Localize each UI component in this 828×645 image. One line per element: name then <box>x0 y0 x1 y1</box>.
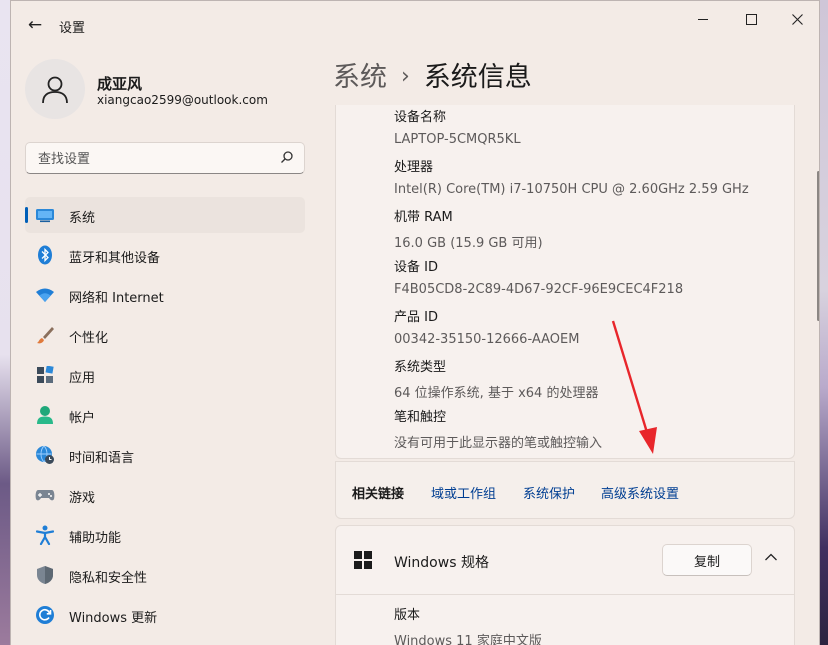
monitor-icon <box>35 205 55 225</box>
brush-icon <box>35 325 55 345</box>
system-protection-link[interactable]: 系统保护 <box>523 483 575 502</box>
sidebar-item-privacy[interactable]: 隐私和安全性 <box>25 557 305 593</box>
sidebar-item-gaming[interactable]: 游戏 <box>25 477 305 513</box>
sidebar-item-label: 游戏 <box>69 491 96 506</box>
sidebar-item-label: 系统 <box>69 211 96 226</box>
arrow-left-icon: ← <box>27 15 43 35</box>
domain-workgroup-link[interactable]: 域或工作组 <box>431 483 496 502</box>
search-box[interactable] <box>25 142 305 174</box>
active-indicator <box>25 207 28 223</box>
maximize-button[interactable] <box>728 5 774 33</box>
spec-value-device-name: LAPTOP-5CMQR5KL <box>394 132 521 147</box>
version-label: 版本 <box>394 608 421 623</box>
user-email: xiangcao2599@outlook.com <box>97 93 268 107</box>
wifi-icon <box>35 285 55 305</box>
sidebar-item-label: 蓝牙和其他设备 <box>69 251 161 266</box>
minimize-button[interactable] <box>680 5 726 33</box>
shield-icon <box>35 565 55 585</box>
sidebar-item-accounts[interactable]: 帐户 <box>25 397 305 433</box>
person-icon <box>35 405 55 425</box>
gamepad-icon <box>35 485 55 505</box>
search-icon[interactable] <box>280 150 294 164</box>
spec-value-device-id: F4B05CD8-2C89-4D67-92CF-96E9CEC4F218 <box>394 282 684 297</box>
bluetooth-icon <box>35 245 55 265</box>
avatar[interactable] <box>25 59 85 119</box>
spec-label-ram: 机带 RAM <box>394 210 453 225</box>
device-specs-card: 设备名称 LAPTOP-5CMQR5KL 处理器 Intel(R) Core(T… <box>335 105 795 459</box>
close-button[interactable] <box>774 5 819 33</box>
page-title: 系统信息 <box>423 62 532 93</box>
version-value: Windows 11 家庭中文版 <box>394 634 542 645</box>
settings-window: ← 设置 成亚风 xiangcao2599@outlook.com 系统 <box>10 0 820 645</box>
windows-spec-header[interactable]: Windows 规格 复制 <box>336 526 794 595</box>
spec-label-pen-touch: 笔和触控 <box>394 410 447 425</box>
minimize-icon <box>698 18 708 20</box>
content-scroll-area[interactable]: 设备名称 LAPTOP-5CMQR5KL 处理器 Intel(R) Core(T… <box>335 105 797 645</box>
sidebar-item-time-language[interactable]: 时间和语言 <box>25 437 305 473</box>
sidebar-item-apps[interactable]: 应用 <box>25 357 305 393</box>
sidebar-item-windows-update[interactable]: Windows 更新 <box>25 597 305 633</box>
sidebar-item-label: 隐私和安全性 <box>69 571 148 586</box>
spec-value-pen-touch: 没有可用于此显示器的笔或触控输入 <box>394 436 603 451</box>
sidebar-item-network[interactable]: 网络和 Internet <box>25 277 305 313</box>
sidebar-item-bluetooth[interactable]: 蓝牙和其他设备 <box>25 237 305 273</box>
related-links-title: 相关链接 <box>352 487 405 502</box>
chevron-right-icon: › <box>401 64 410 89</box>
globe-clock-icon <box>35 445 55 465</box>
search-input[interactable] <box>36 149 270 169</box>
sidebar-item-system[interactable]: 系统 <box>25 197 305 233</box>
copy-button[interactable]: 复制 <box>662 544 752 576</box>
spec-label-device-name: 设备名称 <box>394 110 447 125</box>
sidebar-item-label: 网络和 Internet <box>69 291 164 306</box>
windows-spec-title: Windows 规格 <box>394 555 489 571</box>
annotation-arrow-icon <box>611 320 657 454</box>
title-bar: ← 设置 <box>11 1 819 49</box>
sidebar-item-label: 应用 <box>69 371 96 386</box>
back-button[interactable]: ← <box>19 9 51 41</box>
related-links-bar: 相关链接 域或工作组 系统保护 高级系统设置 <box>335 461 795 519</box>
spec-label-processor: 处理器 <box>394 160 434 175</box>
sidebar-item-label: 帐户 <box>69 411 96 426</box>
accessibility-icon <box>35 525 55 545</box>
windows-logo-icon <box>354 551 372 569</box>
sidebar-nav: 系统 蓝牙和其他设备 网络和 Internet 个性化 应用 帐户 时间和语言 … <box>25 197 305 637</box>
spec-value-product-id: 00342-35150-12666-AAOEM <box>394 332 580 347</box>
refresh-icon <box>35 605 55 625</box>
close-icon <box>791 13 803 25</box>
apps-icon <box>35 365 55 385</box>
sidebar-item-label: Windows 更新 <box>69 611 158 626</box>
breadcrumb: 系统 › 系统信息 <box>333 55 532 94</box>
user-name: 成亚风 <box>97 75 143 93</box>
scrollbar-thumb[interactable] <box>817 171 819 321</box>
spec-label-product-id: 产品 ID <box>394 310 438 325</box>
advanced-system-settings-link[interactable]: 高级系统设置 <box>601 483 679 502</box>
spec-value-ram: 16.0 GB (15.9 GB 可用) <box>394 236 543 251</box>
person-icon <box>42 76 68 104</box>
window-title: 设置 <box>59 21 86 36</box>
maximize-icon <box>745 13 757 25</box>
breadcrumb-parent[interactable]: 系统 <box>333 62 387 93</box>
sidebar-item-label: 个性化 <box>69 331 109 346</box>
spec-value-processor: Intel(R) Core(TM) i7-10750H CPU @ 2.60GH… <box>394 182 749 197</box>
sidebar-item-label: 时间和语言 <box>69 451 135 466</box>
spec-label-device-id: 设备 ID <box>394 260 438 275</box>
windows-spec-card: Windows 规格 复制 版本 Windows 11 家庭中文版 <box>335 525 795 645</box>
spec-value-system-type: 64 位操作系统, 基于 x64 的处理器 <box>394 386 599 401</box>
sidebar-item-accessibility[interactable]: 辅助功能 <box>25 517 305 553</box>
chevron-up-icon[interactable] <box>764 552 778 562</box>
sidebar-item-personalization[interactable]: 个性化 <box>25 317 305 353</box>
sidebar-item-label: 辅助功能 <box>69 531 122 546</box>
spec-label-system-type: 系统类型 <box>394 360 447 375</box>
